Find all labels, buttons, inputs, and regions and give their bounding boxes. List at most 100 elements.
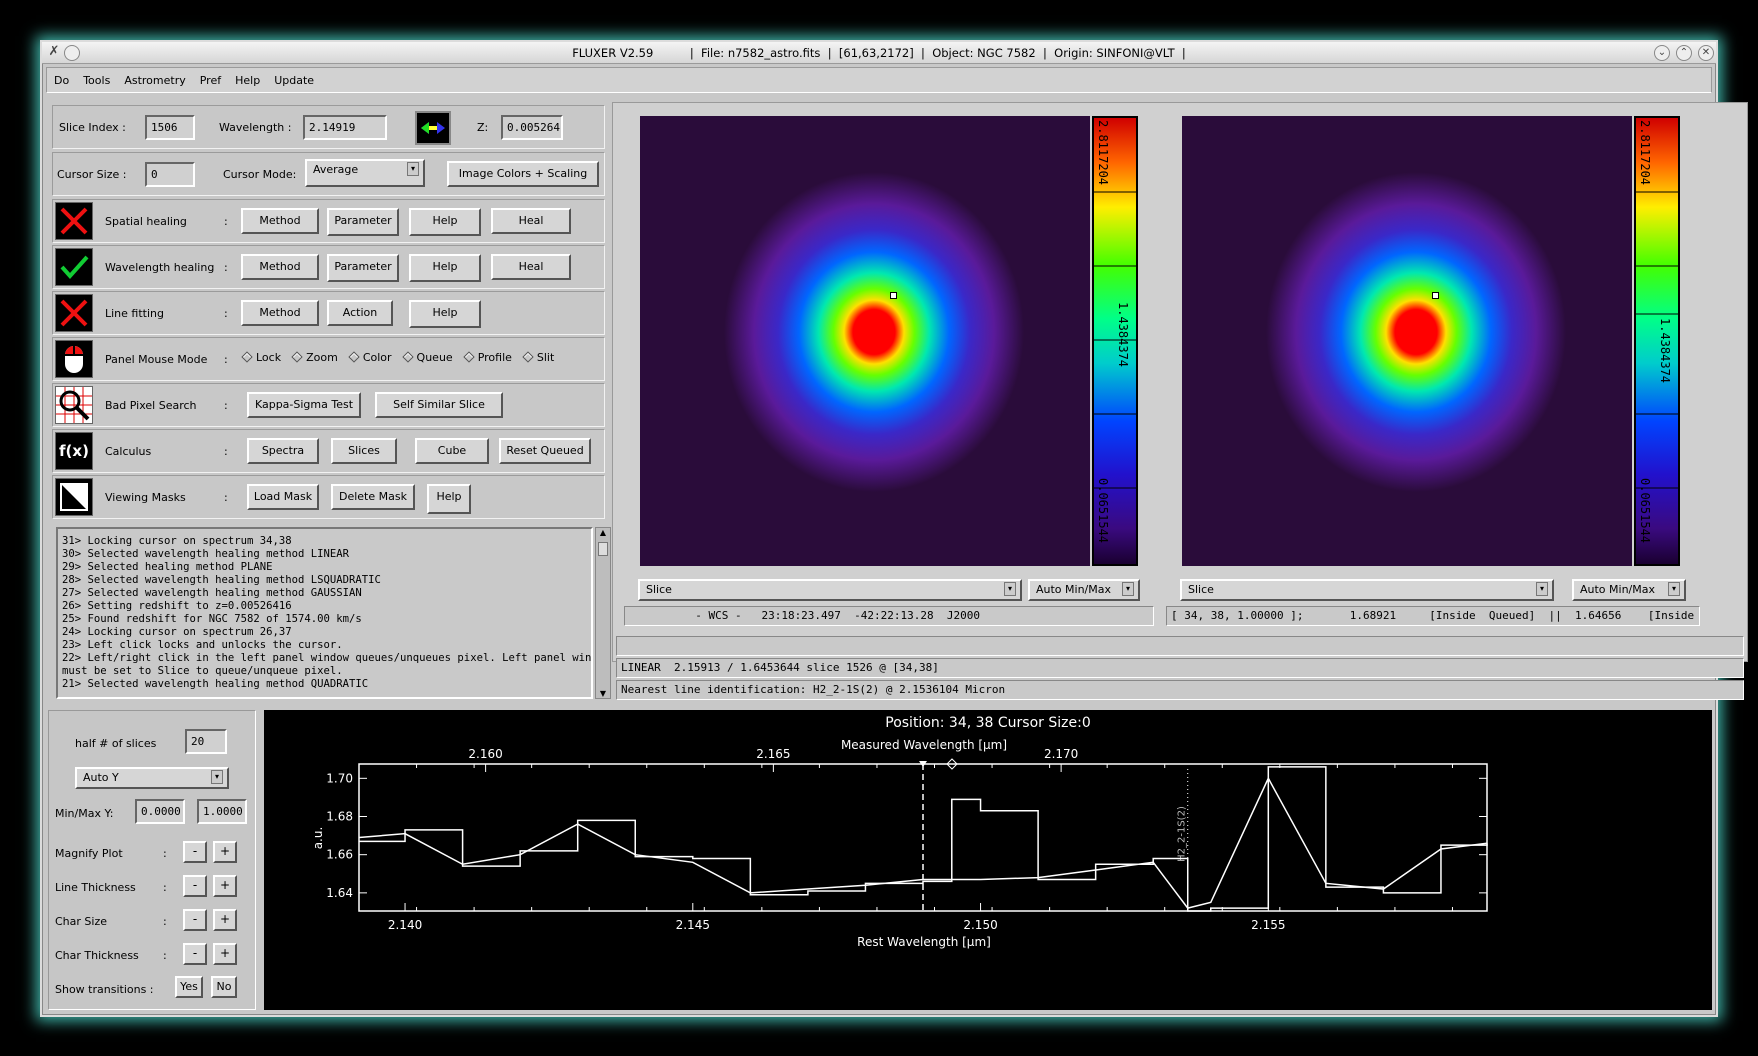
show-transitions-label: Show transitions : bbox=[55, 983, 154, 996]
z-label: Z: bbox=[477, 121, 489, 134]
slices-button[interactable]: Slices bbox=[331, 438, 397, 464]
left-scaling-value: Auto Min/Max bbox=[1036, 583, 1112, 596]
log-line: 25> Found redshift for NGC 7582 of 1574.… bbox=[62, 613, 362, 625]
colon: : bbox=[163, 949, 167, 962]
wavelength-heal-button[interactable]: Heal bbox=[491, 254, 571, 280]
right-slice-image[interactable] bbox=[1182, 116, 1632, 566]
disabled-cross-icon[interactable] bbox=[55, 294, 93, 332]
half-slices-field[interactable]: 20 bbox=[185, 729, 227, 754]
self-similar-slice-button[interactable]: Self Similar Slice bbox=[375, 392, 503, 418]
thickness-plus-button[interactable]: + bbox=[213, 875, 237, 897]
top-tick-label: 2.165 bbox=[756, 747, 790, 761]
wavelength-method-button[interactable]: Method bbox=[241, 254, 319, 280]
menu-do[interactable]: Do bbox=[47, 68, 76, 94]
radio-profile[interactable]: Profile bbox=[463, 351, 512, 364]
radio-zoom[interactable]: Zoom bbox=[291, 351, 338, 364]
transitions-yes-button[interactable]: Yes bbox=[175, 976, 203, 998]
left-slice-image[interactable] bbox=[640, 116, 1090, 566]
wavelength-healing-label: Wavelength healing bbox=[105, 261, 215, 274]
thickness-minus-button[interactable]: - bbox=[183, 875, 207, 897]
close-icon[interactable]: ✕ bbox=[1698, 45, 1714, 61]
image-colors-button[interactable]: Image Colors + Scaling bbox=[447, 161, 599, 187]
linefit-method-button[interactable]: Method bbox=[241, 300, 319, 326]
swap-arrows-icon[interactable] bbox=[415, 111, 451, 145]
char-size-label: Char Size bbox=[55, 915, 107, 928]
magnify-minus-button[interactable]: - bbox=[183, 841, 207, 863]
linefit-action-button[interactable]: Action bbox=[327, 300, 393, 326]
mask-icon bbox=[55, 478, 93, 516]
charsize-minus-button[interactable]: - bbox=[183, 909, 207, 931]
load-mask-button[interactable]: Load Mask bbox=[247, 484, 319, 510]
right-scaling-value: Auto Min/Max bbox=[1580, 583, 1656, 596]
radio-queue[interactable]: Queue bbox=[401, 351, 453, 364]
delete-mask-button[interactable]: Delete Mask bbox=[331, 484, 415, 510]
line-thickness-label: Line Thickness bbox=[55, 881, 136, 894]
charthick-plus-button[interactable]: + bbox=[213, 943, 237, 965]
right-scaling-dropdown[interactable]: Auto Min/Max ▾ bbox=[1572, 579, 1686, 601]
log-line: 31> Locking cursor on spectrum 34,38 bbox=[62, 535, 292, 547]
cursor-size-field[interactable]: 0 bbox=[145, 162, 195, 187]
spatial-help-button[interactable]: Help bbox=[409, 208, 481, 236]
colon: : bbox=[163, 881, 167, 894]
max-y-field[interactable]: 1.0000 bbox=[197, 799, 247, 824]
wavelength-help-button[interactable]: Help bbox=[409, 254, 481, 282]
spatial-parameter-button[interactable]: Parameter bbox=[327, 208, 399, 236]
minimize-icon[interactable]: ⌄ bbox=[1654, 45, 1670, 61]
fluxer-window: ✗ FLUXER V2.59 | File: n7582_astro.fits … bbox=[40, 40, 1748, 1017]
slice-index-field[interactable]: 1506 bbox=[145, 115, 195, 140]
menu-help[interactable]: Help bbox=[228, 68, 267, 94]
message-log[interactable]: 31> Locking cursor on spectrum 34,38 30> … bbox=[56, 527, 593, 699]
log-line: 27> Selected wavelength healing method G… bbox=[62, 587, 362, 599]
slice-row: Slice Index : 1506 Wavelength : 2.14919 … bbox=[52, 105, 605, 149]
calculus-row: f(x) Calculus : Spectra Slices Cube Rese… bbox=[52, 429, 605, 473]
colon: : bbox=[163, 915, 167, 928]
mouse-mode-radio-group: Lock Zoom Color Queue Profile Slit bbox=[241, 351, 566, 364]
left-scaling-dropdown[interactable]: Auto Min/Max ▾ bbox=[1028, 579, 1140, 601]
right-view-mode-dropdown[interactable]: Slice ▾ bbox=[1180, 579, 1554, 601]
menu-update[interactable]: Update bbox=[267, 68, 321, 94]
radio-color[interactable]: Color bbox=[348, 351, 392, 364]
log-scrollbar[interactable]: ▲ ▼ bbox=[595, 527, 611, 699]
charsize-plus-button[interactable]: + bbox=[213, 909, 237, 931]
radio-lock[interactable]: Lock bbox=[241, 351, 281, 364]
y-scale-dropdown[interactable]: Auto Y ▾ bbox=[75, 767, 229, 789]
bad-pixel-row: Bad Pixel Search : Kappa-Sigma Test Self… bbox=[52, 383, 605, 427]
log-line: 21> Selected wavelength healing method Q… bbox=[62, 678, 369, 690]
charthick-minus-button[interactable]: - bbox=[183, 943, 207, 965]
kappa-sigma-test-button[interactable]: Kappa-Sigma Test bbox=[247, 392, 361, 418]
disabled-cross-icon[interactable] bbox=[55, 202, 93, 240]
colon: : bbox=[224, 261, 228, 274]
maximize-icon[interactable]: ⌃ bbox=[1676, 45, 1692, 61]
y-scale-value: Auto Y bbox=[83, 771, 119, 784]
transitions-no-button[interactable]: No bbox=[211, 976, 237, 998]
reset-queued-button[interactable]: Reset Queued bbox=[499, 438, 591, 464]
linefit-help-button[interactable]: Help bbox=[409, 300, 481, 328]
mask-help-button[interactable]: Help bbox=[427, 484, 471, 514]
cursor-mode-dropdown[interactable]: Average ▾ bbox=[305, 159, 425, 187]
x-axis-label: Rest Wavelength [μm] bbox=[857, 935, 991, 949]
magnify-plus-button[interactable]: + bbox=[213, 841, 237, 863]
colon: : bbox=[224, 445, 228, 458]
wavelength-parameter-button[interactable]: Parameter bbox=[327, 254, 399, 282]
spatial-heal-button[interactable]: Heal bbox=[491, 208, 571, 234]
wavelength-field[interactable]: 2.14919 bbox=[303, 115, 387, 140]
right-pixel-status: [ 34, 38, 1.00000 ]; 1.68921 [Inside Que… bbox=[1166, 606, 1700, 626]
min-y-field[interactable]: 0.0000 bbox=[135, 799, 185, 824]
spectrum-plot[interactable]: Position: 34, 38 Cursor Size:0 Measured W… bbox=[264, 710, 1712, 1010]
menu-astrometry[interactable]: Astrometry bbox=[117, 68, 192, 94]
menu-tools[interactable]: Tools bbox=[76, 68, 117, 94]
spatial-method-button[interactable]: Method bbox=[241, 208, 319, 234]
cube-button[interactable]: Cube bbox=[415, 438, 489, 464]
enabled-check-icon[interactable] bbox=[55, 248, 93, 286]
log-line: 22> Left/right click in the left panel w… bbox=[62, 652, 593, 664]
colon: : bbox=[163, 847, 167, 860]
spectra-button[interactable]: Spectra bbox=[247, 438, 319, 464]
top-tick-label: 2.160 bbox=[468, 747, 502, 761]
radio-slit[interactable]: Slit bbox=[522, 351, 554, 364]
log-line: 29> Selected healing method PLANE bbox=[62, 561, 273, 573]
redshift-field[interactable]: 0.005264 bbox=[501, 115, 563, 140]
menu-pref[interactable]: Pref bbox=[193, 68, 228, 94]
log-line: 24> Locking cursor on spectrum 26,37 bbox=[62, 626, 292, 638]
status-line-1 bbox=[616, 636, 1744, 656]
left-view-mode-dropdown[interactable]: Slice ▾ bbox=[638, 579, 1022, 601]
